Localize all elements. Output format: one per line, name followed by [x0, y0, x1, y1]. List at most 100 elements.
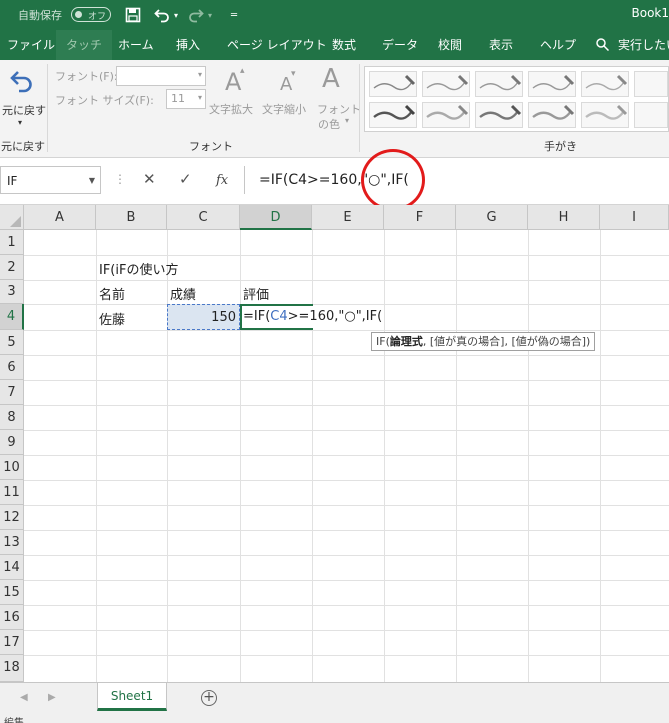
font-color-label[interactable]: フォント — [317, 101, 361, 117]
redo-icon[interactable] — [186, 5, 206, 25]
pen-style-12[interactable] — [634, 102, 668, 128]
sheet-scroll-left-icon[interactable]: ◀ — [20, 692, 28, 703]
font-color-label-2[interactable]: の色 — [318, 116, 340, 132]
name-box[interactable]: IF ▼ — [0, 166, 101, 194]
font-color-caret-icon[interactable]: ▾ — [345, 116, 349, 125]
undo-caret-icon[interactable]: ▾ — [18, 118, 22, 127]
row-header-16[interactable]: 16 — [0, 605, 24, 630]
cell-c4[interactable]: 150 — [167, 304, 240, 330]
cell-d4-edit-text[interactable]: =IF(C4>=160,"○",IF( — [243, 309, 383, 324]
cell-d3[interactable]: 評価 — [243, 284, 269, 303]
insert-function-icon[interactable]: fx — [216, 173, 228, 188]
pen-style-9[interactable] — [475, 102, 523, 128]
tooltip-current-arg[interactable]: 論理式 — [390, 335, 423, 348]
undo-large-icon[interactable] — [9, 68, 35, 97]
font-enlarge-icon[interactable]: A — [225, 68, 241, 96]
tab-formulas[interactable]: 数式 — [332, 30, 356, 60]
pen-style-6[interactable] — [634, 71, 668, 97]
row-header-18[interactable]: 18 — [0, 655, 24, 682]
pen-style-3[interactable] — [475, 71, 523, 97]
confirm-entry-icon[interactable]: ✓ — [179, 170, 192, 188]
gridline — [96, 230, 97, 682]
row-header-6[interactable]: 6 — [0, 355, 24, 380]
name-box-dropdown-icon[interactable]: ▼ — [89, 176, 95, 185]
sheet-tab-sheet1[interactable]: Sheet1 — [97, 683, 167, 711]
tab-page-layout[interactable]: ページ レイアウト — [227, 30, 327, 60]
pen-style-7[interactable] — [369, 102, 417, 128]
tab-touch[interactable]: タッチ — [56, 30, 113, 60]
gridline — [24, 304, 669, 305]
row-header-14[interactable]: 14 — [0, 555, 24, 580]
undo-button-label[interactable]: 元に戻す — [2, 102, 46, 118]
row-header-9[interactable]: 9 — [0, 430, 24, 455]
tab-view[interactable]: 表示 — [489, 30, 513, 60]
column-header-b[interactable]: B — [96, 205, 167, 230]
select-all-button[interactable] — [0, 205, 24, 230]
sheet-scroll-right-icon[interactable]: ▶ — [48, 692, 56, 703]
row-header-5[interactable]: 5 — [0, 330, 24, 355]
tooltip-fn: IF( — [376, 335, 390, 348]
row-header-1[interactable]: 1 — [0, 230, 24, 255]
tab-home[interactable]: ホーム — [118, 30, 154, 60]
column-header-f[interactable]: F — [384, 205, 456, 230]
tab-data[interactable]: データ — [382, 30, 418, 60]
undo-dropdown-icon[interactable]: ▾ — [170, 5, 182, 25]
pen-style-4[interactable] — [528, 71, 576, 97]
cell-b3[interactable]: 名前 — [99, 284, 125, 303]
formula-bar-grip-icon[interactable]: ⋮ — [114, 172, 126, 186]
font-enlarge-label[interactable]: 文字拡大 — [209, 101, 253, 117]
autosave-toggle[interactable]: オフ — [71, 7, 111, 22]
annotation-circle — [361, 149, 425, 211]
pen-style-2[interactable] — [422, 71, 470, 97]
row-header-3[interactable]: 3 — [0, 280, 24, 304]
formula-input[interactable]: =IF(C4>=160,"○",IF( — [244, 166, 669, 194]
pen-style-10[interactable] — [528, 102, 576, 128]
search-icon[interactable] — [596, 38, 609, 51]
save-icon[interactable] — [123, 5, 143, 25]
cancel-entry-icon[interactable]: ✕ — [143, 170, 156, 188]
column-header-a[interactable]: A — [24, 205, 96, 230]
enlarge-arrow-icon: ▴ — [240, 66, 245, 76]
gridline — [24, 280, 669, 281]
redo-dropdown-icon[interactable]: ▾ — [204, 5, 216, 25]
pen-style-5[interactable] — [581, 71, 629, 97]
tell-me-search[interactable]: 実行したい — [618, 30, 669, 60]
row-header-7[interactable]: 7 — [0, 380, 24, 405]
undo-icon[interactable] — [152, 5, 172, 25]
d4-cell-reference: C4 — [270, 309, 288, 324]
column-header-h[interactable]: H — [528, 205, 600, 230]
row-header-8[interactable]: 8 — [0, 405, 24, 430]
column-header-e[interactable]: E — [312, 205, 384, 230]
row-header-13[interactable]: 13 — [0, 530, 24, 555]
pen-style-1[interactable] — [369, 71, 417, 97]
tab-review[interactable]: 校閲 — [438, 30, 462, 60]
tab-file[interactable]: ファイル — [7, 30, 55, 60]
column-header-c[interactable]: C — [167, 205, 240, 230]
add-sheet-icon[interactable]: + — [201, 690, 217, 706]
font-shrink-label[interactable]: 文字縮小 — [262, 101, 306, 117]
cell-b4[interactable]: 佐藤 — [99, 309, 125, 328]
row-header-2[interactable]: 2 — [0, 255, 24, 280]
pen-style-11[interactable] — [581, 102, 629, 128]
column-header-i[interactable]: I — [600, 205, 669, 230]
gridline — [528, 230, 529, 682]
font-color-icon[interactable]: A — [322, 64, 340, 94]
row-header-17[interactable]: 17 — [0, 630, 24, 655]
font-name-select[interactable]: ▾ — [116, 66, 206, 86]
cell-b2[interactable]: IF(iFの使い方 — [99, 259, 178, 278]
gridline — [24, 480, 669, 481]
row-header-11[interactable]: 11 — [0, 480, 24, 505]
row-header-15[interactable]: 15 — [0, 580, 24, 605]
tab-help[interactable]: ヘルプ — [540, 30, 576, 60]
customize-toolbar-icon[interactable]: ═ — [224, 5, 244, 25]
tab-insert[interactable]: 挿入 — [176, 30, 200, 60]
row-header-12[interactable]: 12 — [0, 505, 24, 530]
row-header-10[interactable]: 10 — [0, 455, 24, 480]
row-header-4[interactable]: 4 — [0, 304, 24, 330]
gridline — [24, 355, 669, 356]
font-size-select[interactable]: 11 ▾ — [166, 89, 206, 109]
column-header-g[interactable]: G — [456, 205, 528, 230]
cell-c3[interactable]: 成績 — [170, 284, 196, 303]
column-header-d[interactable]: D — [240, 205, 312, 230]
pen-style-8[interactable] — [422, 102, 470, 128]
